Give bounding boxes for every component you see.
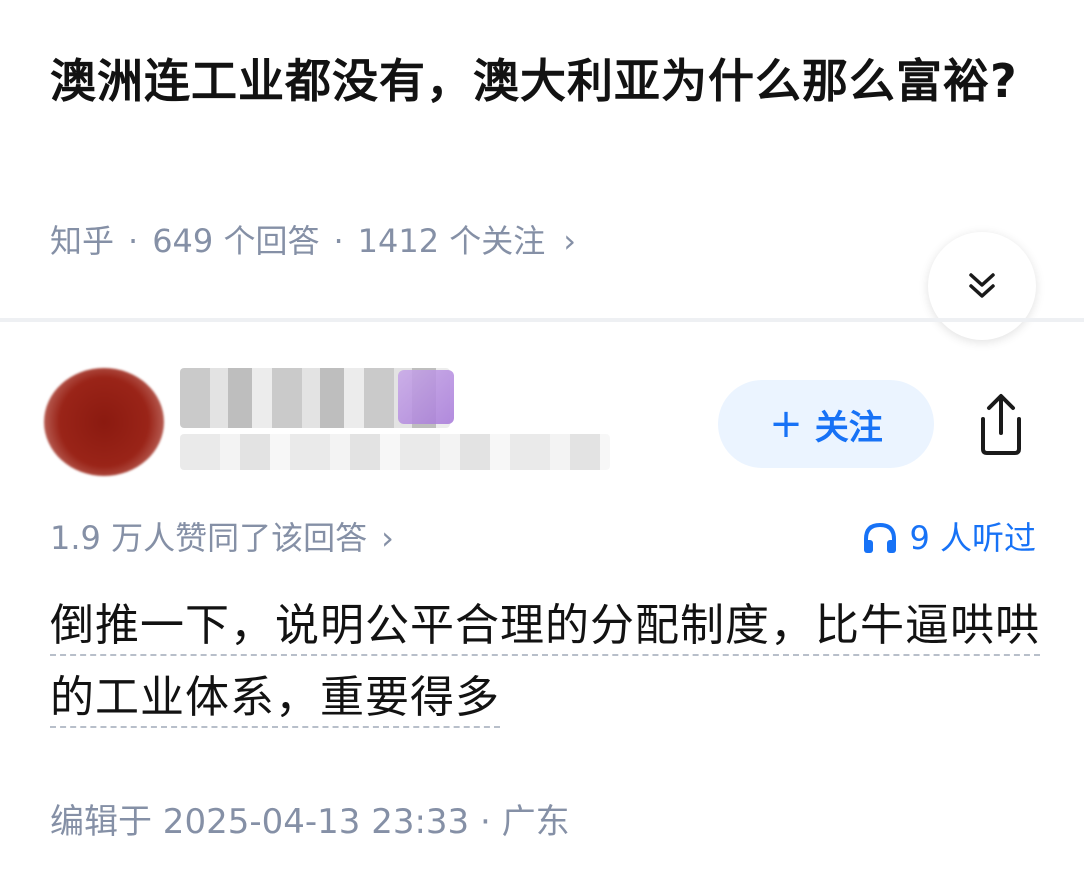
author-badge-blurred	[398, 370, 454, 424]
listen-stats[interactable]: 9 人听过	[861, 512, 1036, 564]
collapse-button[interactable]	[928, 232, 1036, 340]
author-avatar[interactable]	[44, 368, 164, 476]
share-icon	[981, 394, 1021, 455]
answer-count: 649 个回答	[152, 222, 320, 260]
edited-timestamp: 编辑于 2025-04-13 23:33 · 广东	[50, 802, 570, 842]
answer-content[interactable]: 倒推一下，说明公平合理的分配制度，比牛逼哄哄的工业体系，重要得多	[50, 590, 1040, 734]
approval-count: 1.9 万人赞同了该回答	[50, 519, 368, 557]
double-chevron-down-icon	[969, 273, 995, 298]
answer-text: 倒推一下，说明公平合理的分配制度，比牛逼哄哄的工业体系，重要得多	[50, 600, 1040, 723]
headphones-icon	[864, 522, 897, 553]
follow-label: 关注	[814, 407, 883, 448]
share-button[interactable]	[966, 386, 1036, 462]
approval-stats[interactable]: 1.9 万人赞同了该回答 ›	[50, 512, 394, 564]
question-meta[interactable]: 知乎 · 649 个回答 · 1412 个关注 ›	[50, 216, 576, 266]
author-bio-blurred	[180, 434, 610, 470]
chevron-right-icon: ›	[563, 222, 577, 260]
zhihu-answer-page: 澳洲连工业都没有，澳大利亚为什么那么富裕? 知乎 · 649 个回答 · 141…	[0, 0, 1084, 891]
divider	[0, 318, 1084, 322]
source-label: 知乎	[50, 222, 115, 260]
meta-separator: ·	[128, 222, 139, 260]
question-title[interactable]: 澳洲连工业都没有，澳大利亚为什么那么富裕?	[50, 40, 1040, 122]
chevron-right-icon: ›	[381, 519, 394, 557]
follower-count: 1412 个关注	[357, 222, 546, 260]
follow-button[interactable]: + 关注	[718, 380, 934, 468]
plus-icon: +	[769, 401, 803, 447]
listen-count: 9 人听过	[909, 519, 1036, 557]
meta-separator: ·	[333, 222, 344, 260]
